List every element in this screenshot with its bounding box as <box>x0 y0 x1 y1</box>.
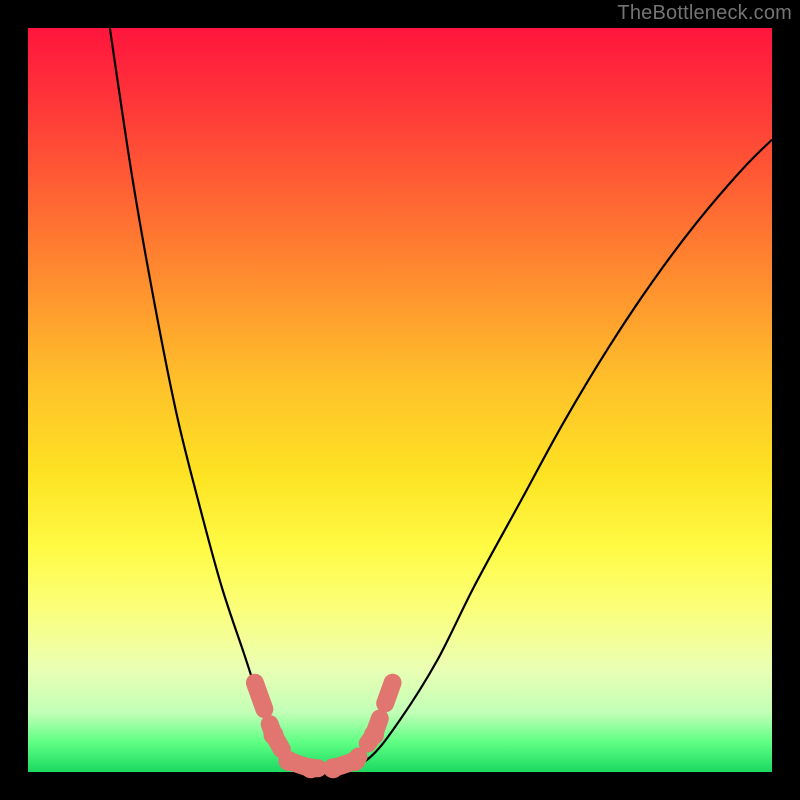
marker-dot <box>249 677 261 689</box>
curve-layer <box>28 28 772 772</box>
highlight-markers <box>249 677 399 779</box>
chart-container: TheBottleneck.com <box>0 0 800 800</box>
marker-dot <box>345 751 365 771</box>
marker-dot <box>323 758 343 778</box>
watermark-text: TheBottleneck.com <box>617 2 792 25</box>
marker-dot <box>301 758 321 778</box>
marker-dot <box>387 677 399 689</box>
bottleneck-curve <box>110 28 772 774</box>
marker-dot <box>278 751 298 771</box>
marker-dot <box>364 725 384 745</box>
marker-dot <box>264 725 284 745</box>
plot-area <box>28 28 772 772</box>
